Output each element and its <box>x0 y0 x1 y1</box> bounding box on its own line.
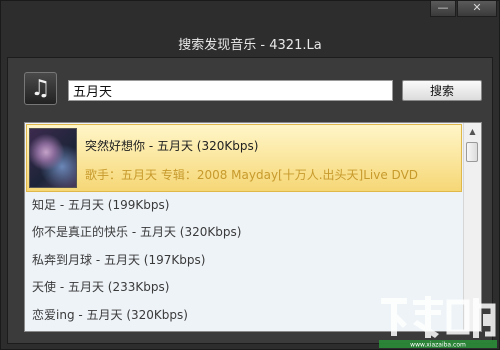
minimize-button[interactable]: — <box>430 1 456 17</box>
window-controls: — ✕ <box>429 1 497 17</box>
close-button[interactable]: ✕ <box>457 1 497 17</box>
featured-result[interactable]: 突然好想你 - 五月天 (320Kbps) 歌手：五月天 专辑：2008 May… <box>26 124 462 192</box>
list-item[interactable]: 私奔到月球 - 五月天 (197Kbps) <box>25 247 463 274</box>
list-item[interactable]: 你不是真正的快乐 - 五月天 (320Kbps) <box>25 219 463 246</box>
featured-subtitle: 歌手：五月天 专辑：2008 Mayday[十万人.出头天]Live DVD <box>85 168 419 182</box>
scroll-thumb[interactable] <box>466 142 478 162</box>
titlebar: — ✕ <box>1 1 500 27</box>
window-title: 搜索发现音乐 - 4321.La <box>178 38 322 53</box>
album-cover-image <box>29 128 77 188</box>
music-note-icon[interactable]: ♫ <box>24 72 57 105</box>
scrollbar[interactable]: ▲ <box>463 123 481 331</box>
featured-title: 突然好想你 - 五月天 (320Kbps) <box>85 139 259 153</box>
list-item[interactable]: 知足 - 五月天 (199Kbps) <box>25 192 463 219</box>
search-input[interactable] <box>68 80 393 101</box>
app-window: — ✕ 搜索发现音乐 - 4321.La ♫ 搜索 突然好想你 - 五月天 (3… <box>0 0 500 350</box>
search-button[interactable]: 搜索 <box>402 80 482 101</box>
list-item[interactable]: 恋爱ing - 五月天 (320Kbps) <box>25 302 463 329</box>
results-list: 突然好想你 - 五月天 (320Kbps) 歌手：五月天 专辑：2008 May… <box>24 122 482 332</box>
list-item[interactable]: 天使 - 五月天 (233Kbps) <box>25 274 463 301</box>
results-items: 突然好想你 - 五月天 (320Kbps) 歌手：五月天 专辑：2008 May… <box>25 123 463 329</box>
scroll-up-icon[interactable]: ▲ <box>464 123 481 140</box>
